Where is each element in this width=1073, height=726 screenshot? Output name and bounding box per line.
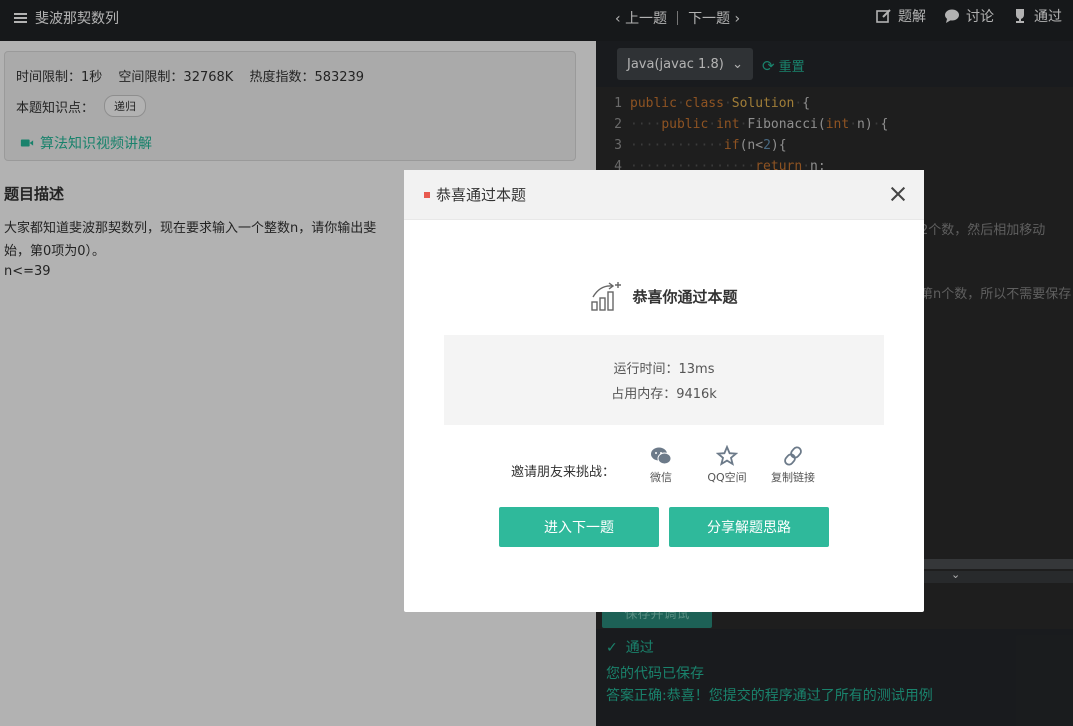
wechat-icon [651, 447, 672, 465]
next-problem-button[interactable]: 进入下一题 [499, 507, 659, 547]
qzone-star-icon [716, 445, 738, 466]
share-solution-button[interactable]: 分享解题思路 [669, 507, 829, 547]
share-qzone[interactable]: QQ空间 [703, 445, 751, 485]
success-dialog: 恭喜通过本题 恭喜你通过本题 运行时间：13ms 占用内存：9416k 邀请朋友… [404, 170, 924, 612]
share-copy-link[interactable]: 复制链接 [769, 445, 817, 485]
title-marker [424, 191, 430, 198]
close-icon[interactable] [890, 186, 906, 202]
dialog-header: 恭喜通过本题 [404, 170, 924, 220]
result-stats: 运行时间：13ms 占用内存：9416k [444, 335, 884, 425]
congrats-heading: 恭喜你通过本题 [404, 280, 924, 312]
growth-chart-icon [591, 282, 622, 311]
dialog-title: 恭喜通过本题 [436, 186, 527, 204]
link-icon [784, 446, 802, 466]
invite-label: 邀请朋友来挑战： [510, 465, 615, 480]
dialog-actions: 进入下一题 分享解题思路 [404, 507, 924, 547]
runtime: 运行时间：13ms [613, 362, 715, 377]
memory-usage: 占用内存：9416k [611, 387, 717, 402]
share-wechat[interactable]: 微信 [637, 445, 685, 485]
share-row: 邀请朋友来挑战： 微信 QQ空间 复制链接 [404, 445, 924, 485]
